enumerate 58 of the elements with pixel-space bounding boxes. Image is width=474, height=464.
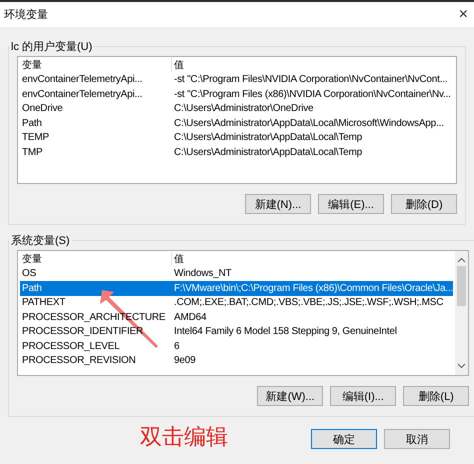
column-header[interactable]: 变量 <box>20 252 172 266</box>
group-label: 系统变量(S) <box>10 234 71 248</box>
window-title: 环境变量 <box>4 8 48 22</box>
variable-value: C:\Users\Administrator\AppData\Local\Temp <box>173 146 362 158</box>
variable-name: PROCESSOR_LEVEL <box>21 340 120 352</box>
list-action-button[interactable]: 删除(L) <box>403 386 470 406</box>
list-row[interactable]: PROCESSOR_LEVEL 6 <box>20 339 454 354</box>
list-row[interactable]: PROCESSOR_ARCHITECTURE AMD64 <box>20 310 454 324</box>
scroll-thumb[interactable] <box>457 266 466 306</box>
list-action-button[interactable]: 删除(D) <box>391 194 457 214</box>
variable-value: .COM;.EXE;.BAT;.CMD;.VBS;.VBE;.JS;.JSE;.WSF;.WSH;.MSC <box>173 297 444 308</box>
list-row[interactable]: PATHEXT .COM;.EXE;.BAT;.CMD;.VBS;.VBE;.JS;.JSE;.WSF;.WSH;.MSC <box>20 296 454 310</box>
dialog-button[interactable]: 确定 <box>311 429 377 449</box>
variable-name: PROCESSOR_IDENTIFIER <box>21 326 144 338</box>
variable-value: Intel64 Family 6 Model 158 Stepping 9, GenuineIntel <box>173 326 397 338</box>
list-row[interactable]: PROCESSOR_IDENTIFIER Intel64 Family 6 Model 158 Stepping 9, GenuineIntel <box>20 324 454 339</box>
variable-value: C:\Users\Administrator\AppData\Local\Microsoft\WindowsApp... <box>173 118 444 129</box>
variable-value: C:\Users\Administrator\OneDrive <box>173 103 314 114</box>
group-label: lc 的用户变量(U) <box>10 40 94 54</box>
variable-name: OS <box>21 268 36 280</box>
variable-name: Path <box>21 282 42 294</box>
column-header[interactable]: 变量 <box>20 58 172 72</box>
list-row[interactable]: Path C:\Users\Administrator\AppData\Local\Microsoft\WindowsApp... <box>20 116 454 130</box>
dialog-button[interactable]: 取消 <box>384 429 450 449</box>
close-button[interactable]: × <box>458 6 468 24</box>
list-row[interactable]: TMP C:\Users\Administrator\AppData\Local\Temp <box>20 145 454 160</box>
variable-name: OneDrive <box>21 103 63 114</box>
variable-value: C:\Users\Administrator\AppData\Local\Temp <box>173 132 362 144</box>
variable-value: 6 <box>173 340 180 352</box>
variable-name: PROCESSOR_REVISION <box>21 355 136 366</box>
list-row[interactable]: TEMP C:\Users\Administrator\AppData\Local\Temp <box>20 130 454 145</box>
list-row[interactable]: OS Windows_NT <box>20 266 454 281</box>
list-action-button[interactable]: 编辑(E)... <box>318 194 384 214</box>
variable-value: -st "C:\Program Files\NVIDIA Corporation\NvContainer\NvCont... <box>173 74 448 86</box>
variable-name: TMP <box>21 146 43 158</box>
annotation-text: 双击编辑 <box>140 423 228 451</box>
variable-name: TEMP <box>21 132 49 144</box>
list-row[interactable]: envContainerTelemetryApi... -st "C:\Program Files (x86)\NVIDIA Corporation\NvContainer\Nv... <box>20 87 454 102</box>
variable-value: F:\VMware\bin\;C:\Program Files (x86)\Common Files\Oracle\Ja... <box>173 282 454 294</box>
variable-name: Path <box>21 118 42 129</box>
variable-value: Windows_NT <box>173 268 232 280</box>
list-row[interactable]: envContainerTelemetryApi... -st "C:\Program Files\NVIDIA Corporation\NvContainer\NvCont... <box>20 72 454 87</box>
list-action-button[interactable]: 编辑(I)... <box>330 386 396 406</box>
variable-name: PATHEXT <box>21 297 66 308</box>
scrollbar[interactable] <box>455 251 468 375</box>
variable-value: 9e09 <box>173 355 196 366</box>
variable-name: envContainerTelemetryApi... <box>21 74 142 86</box>
list-action-button[interactable]: 新建(W)... <box>257 386 324 406</box>
variable-value: AMD64 <box>173 312 206 323</box>
variable-name: envContainerTelemetryApi... <box>21 88 142 100</box>
variable-value: -st "C:\Program Files (x86)\NVIDIA Corporation\NvContainer\Nv... <box>173 88 451 100</box>
list-action-button[interactable]: 新建(N)... <box>245 194 311 214</box>
column-header[interactable]: 值 <box>172 252 454 266</box>
list-row[interactable]: OneDrive C:\Users\Administrator\OneDrive <box>20 102 454 116</box>
list-row[interactable]: Path F:\VMware\bin\;C:\Program Files (x86)\Common Files\Oracle\Ja... <box>20 281 454 296</box>
variable-name: PROCESSOR_ARCHITECTURE <box>21 312 166 323</box>
list-row[interactable]: PROCESSOR_REVISION 9e09 <box>20 354 454 368</box>
column-header[interactable]: 值 <box>172 58 454 72</box>
